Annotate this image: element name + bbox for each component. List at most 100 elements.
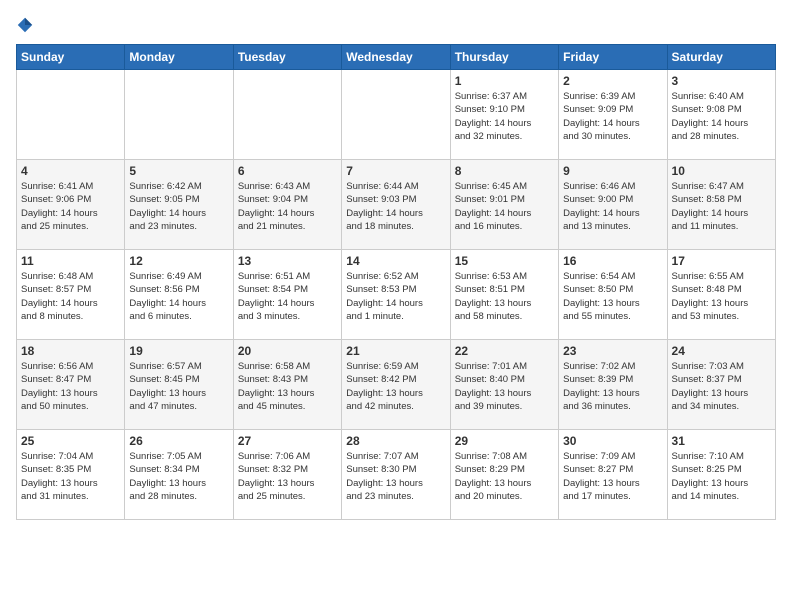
calendar-cell: 29 Sunrise: 7:08 AM Sunset: 8:29 PM Dayli… [450, 430, 558, 520]
day-number: 21 [346, 344, 445, 358]
day-info: Sunrise: 7:05 AM Sunset: 8:34 PM Dayligh… [129, 450, 228, 503]
day-info: Sunrise: 6:41 AM Sunset: 9:06 PM Dayligh… [21, 180, 120, 233]
calendar-cell: 4 Sunrise: 6:41 AM Sunset: 9:06 PM Daylig… [17, 160, 125, 250]
calendar-cell: 20 Sunrise: 6:58 AM Sunset: 8:43 PM Dayli… [233, 340, 341, 430]
day-info: Sunrise: 6:58 AM Sunset: 8:43 PM Dayligh… [238, 360, 337, 413]
logo [16, 16, 38, 34]
day-info: Sunrise: 6:51 AM Sunset: 8:54 PM Dayligh… [238, 270, 337, 323]
day-info: Sunrise: 6:44 AM Sunset: 9:03 PM Dayligh… [346, 180, 445, 233]
calendar-cell: 6 Sunrise: 6:43 AM Sunset: 9:04 PM Daylig… [233, 160, 341, 250]
calendar-cell [233, 70, 341, 160]
day-info: Sunrise: 6:53 AM Sunset: 8:51 PM Dayligh… [455, 270, 554, 323]
day-number: 26 [129, 434, 228, 448]
calendar-week-1: 1 Sunrise: 6:37 AM Sunset: 9:10 PM Daylig… [17, 70, 776, 160]
day-header-monday: Monday [125, 45, 233, 70]
day-number: 12 [129, 254, 228, 268]
day-info: Sunrise: 6:39 AM Sunset: 9:09 PM Dayligh… [563, 90, 662, 143]
day-number: 1 [455, 74, 554, 88]
calendar-cell: 27 Sunrise: 7:06 AM Sunset: 8:32 PM Dayli… [233, 430, 341, 520]
day-number: 20 [238, 344, 337, 358]
day-info: Sunrise: 6:42 AM Sunset: 9:05 PM Dayligh… [129, 180, 228, 233]
day-number: 22 [455, 344, 554, 358]
day-number: 18 [21, 344, 120, 358]
calendar-week-2: 4 Sunrise: 6:41 AM Sunset: 9:06 PM Daylig… [17, 160, 776, 250]
day-info: Sunrise: 6:52 AM Sunset: 8:53 PM Dayligh… [346, 270, 445, 323]
day-info: Sunrise: 6:43 AM Sunset: 9:04 PM Dayligh… [238, 180, 337, 233]
calendar-table: SundayMondayTuesdayWednesdayThursdayFrid… [16, 44, 776, 520]
day-number: 23 [563, 344, 662, 358]
day-number: 13 [238, 254, 337, 268]
page-header [16, 16, 776, 34]
day-number: 27 [238, 434, 337, 448]
calendar-cell: 2Sunrise: 6:39 AM Sunset: 9:09 PM Daylig… [559, 70, 667, 160]
day-info: Sunrise: 6:40 AM Sunset: 9:08 PM Dayligh… [672, 90, 771, 143]
day-number: 10 [672, 164, 771, 178]
day-info: Sunrise: 6:37 AM Sunset: 9:10 PM Dayligh… [455, 90, 554, 143]
day-info: Sunrise: 7:06 AM Sunset: 8:32 PM Dayligh… [238, 450, 337, 503]
calendar-cell: 18Sunrise: 6:56 AM Sunset: 8:47 PM Dayli… [17, 340, 125, 430]
calendar-cell: 14 Sunrise: 6:52 AM Sunset: 8:53 PM Dayli… [342, 250, 450, 340]
day-info: Sunrise: 7:09 AM Sunset: 8:27 PM Dayligh… [563, 450, 662, 503]
day-info: Sunrise: 6:48 AM Sunset: 8:57 PM Dayligh… [21, 270, 120, 323]
day-header-thursday: Thursday [450, 45, 558, 70]
day-number: 3 [672, 74, 771, 88]
day-header-friday: Friday [559, 45, 667, 70]
calendar-cell: 1 Sunrise: 6:37 AM Sunset: 9:10 PM Daylig… [450, 70, 558, 160]
calendar-cell: 23 Sunrise: 7:02 AM Sunset: 8:39 PM Dayli… [559, 340, 667, 430]
calendar-cell: 13 Sunrise: 6:51 AM Sunset: 8:54 PM Dayli… [233, 250, 341, 340]
day-info: Sunrise: 7:08 AM Sunset: 8:29 PM Dayligh… [455, 450, 554, 503]
day-number: 14 [346, 254, 445, 268]
calendar-cell: 3 Sunrise: 6:40 AM Sunset: 9:08 PM Daylig… [667, 70, 775, 160]
day-number: 29 [455, 434, 554, 448]
day-info: Sunrise: 6:59 AM Sunset: 8:42 PM Dayligh… [346, 360, 445, 413]
calendar-cell: 19 Sunrise: 6:57 AM Sunset: 8:45 PM Dayli… [125, 340, 233, 430]
calendar-body: 1 Sunrise: 6:37 AM Sunset: 9:10 PM Daylig… [17, 70, 776, 520]
calendar-cell: 25 Sunrise: 7:04 AM Sunset: 8:35 PM Dayli… [17, 430, 125, 520]
calendar-cell: 17 Sunrise: 6:55 AM Sunset: 8:48 PM Dayli… [667, 250, 775, 340]
day-number: 8 [455, 164, 554, 178]
day-info: Sunrise: 6:49 AM Sunset: 8:56 PM Dayligh… [129, 270, 228, 323]
day-number: 28 [346, 434, 445, 448]
calendar-cell: 9 Sunrise: 6:46 AM Sunset: 9:00 PM Daylig… [559, 160, 667, 250]
day-number: 7 [346, 164, 445, 178]
calendar-cell: 5 Sunrise: 6:42 AM Sunset: 9:05 PM Daylig… [125, 160, 233, 250]
calendar-cell: 24 Sunrise: 7:03 AM Sunset: 8:37 PM Dayli… [667, 340, 775, 430]
calendar-cell: 7 Sunrise: 6:44 AM Sunset: 9:03 PM Daylig… [342, 160, 450, 250]
day-header-saturday: Saturday [667, 45, 775, 70]
calendar-cell: 15Sunrise: 6:53 AM Sunset: 8:51 PM Dayli… [450, 250, 558, 340]
calendar-cell: 16Sunrise: 6:54 AM Sunset: 8:50 PM Dayli… [559, 250, 667, 340]
day-header-tuesday: Tuesday [233, 45, 341, 70]
day-info: Sunrise: 6:46 AM Sunset: 9:00 PM Dayligh… [563, 180, 662, 233]
logo-icon [16, 16, 34, 34]
day-info: Sunrise: 7:03 AM Sunset: 8:37 PM Dayligh… [672, 360, 771, 413]
day-info: Sunrise: 7:04 AM Sunset: 8:35 PM Dayligh… [21, 450, 120, 503]
days-of-week-row: SundayMondayTuesdayWednesdayThursdayFrid… [17, 45, 776, 70]
calendar-cell [342, 70, 450, 160]
calendar-cell: 11Sunrise: 6:48 AM Sunset: 8:57 PM Dayli… [17, 250, 125, 340]
day-number: 19 [129, 344, 228, 358]
calendar-week-3: 11Sunrise: 6:48 AM Sunset: 8:57 PM Dayli… [17, 250, 776, 340]
calendar-week-4: 18Sunrise: 6:56 AM Sunset: 8:47 PM Dayli… [17, 340, 776, 430]
day-number: 30 [563, 434, 662, 448]
day-number: 6 [238, 164, 337, 178]
calendar-cell: 26 Sunrise: 7:05 AM Sunset: 8:34 PM Dayli… [125, 430, 233, 520]
calendar-cell [125, 70, 233, 160]
day-info: Sunrise: 6:47 AM Sunset: 8:58 PM Dayligh… [672, 180, 771, 233]
day-info: Sunrise: 7:02 AM Sunset: 8:39 PM Dayligh… [563, 360, 662, 413]
calendar-header: SundayMondayTuesdayWednesdayThursdayFrid… [17, 45, 776, 70]
calendar-cell: 12 Sunrise: 6:49 AM Sunset: 8:56 PM Dayli… [125, 250, 233, 340]
day-number: 24 [672, 344, 771, 358]
day-number: 9 [563, 164, 662, 178]
calendar-cell: 21 Sunrise: 6:59 AM Sunset: 8:42 PM Dayli… [342, 340, 450, 430]
day-number: 4 [21, 164, 120, 178]
day-info: Sunrise: 7:07 AM Sunset: 8:30 PM Dayligh… [346, 450, 445, 503]
calendar-cell: 22Sunrise: 7:01 AM Sunset: 8:40 PM Dayli… [450, 340, 558, 430]
calendar-cell: 8 Sunrise: 6:45 AM Sunset: 9:01 PM Daylig… [450, 160, 558, 250]
day-info: Sunrise: 6:45 AM Sunset: 9:01 PM Dayligh… [455, 180, 554, 233]
day-number: 5 [129, 164, 228, 178]
day-number: 17 [672, 254, 771, 268]
calendar-cell: 28 Sunrise: 7:07 AM Sunset: 8:30 PM Dayli… [342, 430, 450, 520]
day-info: Sunrise: 6:55 AM Sunset: 8:48 PM Dayligh… [672, 270, 771, 323]
day-info: Sunrise: 6:57 AM Sunset: 8:45 PM Dayligh… [129, 360, 228, 413]
day-number: 25 [21, 434, 120, 448]
